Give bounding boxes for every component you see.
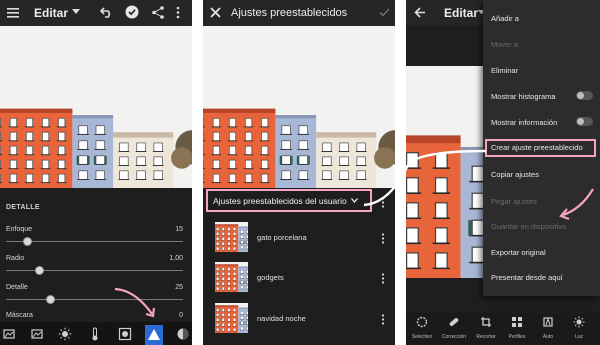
toolbar-label: Selectivo (411, 334, 433, 340)
slider-value: 25 (175, 284, 183, 291)
crop-icon[interactable] (2, 327, 16, 341)
section-title: DETALLE (6, 204, 40, 211)
building-photo (215, 222, 248, 252)
photo-preview (0, 26, 192, 188)
preset-item[interactable]: gato porcelana (203, 218, 395, 256)
menu-item[interactable]: Eliminar (491, 66, 518, 75)
light-icon (573, 315, 585, 328)
menu-item: Mover a (491, 40, 519, 49)
effects-icon[interactable] (118, 327, 132, 341)
preset-thumbnail (215, 222, 248, 252)
toggle-switch[interactable] (576, 91, 593, 100)
chevron-down-icon (350, 198, 358, 203)
more-vertical-icon[interactable] (381, 271, 391, 285)
toolbar-perfiles[interactable]: Perfiles (502, 315, 532, 340)
presets-top-bar: Ajustes preestablecidos (203, 0, 395, 26)
preset-thumbnail (215, 303, 248, 333)
overflow-menu: Añadir a Mover a Eliminar Mostrar histogram… (483, 0, 600, 296)
toolbar-auto[interactable]: Auto (533, 315, 563, 340)
slider-thumb[interactable] (22, 237, 32, 246)
crop-icon (480, 315, 492, 327)
edit-top-bar: Editar (0, 0, 192, 26)
menu-item[interactable]: Presentar desde aquí (491, 273, 563, 282)
close-icon[interactable] (210, 7, 221, 18)
slider-thumb[interactable] (45, 295, 55, 304)
toolbar-label: Luz (574, 334, 584, 340)
toolbar-label: Recortar (476, 334, 496, 340)
auto-icon (542, 315, 554, 327)
slider-label: Enfoque (6, 226, 33, 233)
preset-group-label: Ajustes preestablecidos del usuario (213, 195, 347, 206)
menu-item: Pegar ajustes (491, 197, 537, 206)
edit-toolbar (0, 322, 192, 345)
selective-icon (416, 315, 428, 328)
building-photo (215, 262, 248, 292)
edit-screen-detail: Editar DETALLE Enfoque 15 Radio 1,00 Det… (0, 0, 192, 345)
more-vertical-icon[interactable] (176, 6, 180, 19)
healing-icon (448, 315, 460, 327)
optics-icon[interactable] (176, 327, 190, 341)
back-arrow-icon[interactable] (414, 7, 426, 18)
menu-item[interactable]: Exportar original (491, 248, 546, 257)
building-photo (215, 303, 248, 333)
hamburger-icon[interactable] (6, 6, 20, 20)
toolbar-corrección[interactable]: Corrección (439, 315, 469, 340)
toggle-switch[interactable] (576, 117, 593, 126)
preset-name: navidad noche (257, 314, 306, 323)
image-icon[interactable] (30, 327, 44, 341)
preset-item[interactable]: godgets (203, 258, 395, 296)
slider-label: Máscara (6, 312, 33, 319)
menu-item[interactable]: Mostrar información (491, 118, 557, 127)
edit-mode-selector[interactable]: Editar (34, 6, 68, 20)
toolbar-label: Perfiles (508, 334, 526, 340)
toolbar-recortar[interactable]: Recortar (471, 315, 501, 340)
more-vertical-icon[interactable] (381, 312, 391, 326)
preset-thumbnail (215, 262, 248, 292)
annotation-arrow (114, 287, 156, 318)
menu-item[interactable]: Mostrar histograma (491, 92, 556, 101)
slider-label: Radio (6, 255, 25, 262)
preset-name: godgets (257, 273, 284, 282)
slider-track[interactable] (6, 270, 183, 271)
preset-group-dropdown[interactable]: Ajustes preestablecidos del usuario (206, 189, 372, 212)
edit-toolbar: Selectivo Corrección Recortar Perfiles Auto L… (406, 313, 600, 345)
menu-item[interactable]: Copiar ajustes (491, 170, 539, 179)
detail-triangle-icon[interactable] (145, 325, 163, 345)
toolbar-label: Corrección (441, 334, 467, 340)
slider-track[interactable] (6, 241, 183, 242)
color-temperature-icon[interactable] (88, 327, 102, 341)
building-photo (0, 70, 192, 188)
menu-item[interactable]: Crear ajuste preestablecido (491, 143, 583, 152)
preset-item[interactable]: navidad noche (203, 299, 395, 337)
slider-value: 15 (175, 226, 183, 233)
page-title: Ajustes preestablecidos (231, 7, 348, 19)
toolbar-luz[interactable]: Luz (564, 315, 594, 340)
preset-name: gato porcelana (257, 233, 307, 242)
check-icon[interactable] (379, 8, 390, 17)
more-vertical-icon[interactable] (381, 231, 391, 245)
edit-mode-selector[interactable]: Editar (444, 6, 478, 20)
chevron-down-icon[interactable] (72, 9, 80, 15)
annotation-arrow (559, 188, 594, 221)
share-icon[interactable] (152, 6, 164, 19)
undo-icon[interactable] (100, 6, 113, 18)
check-circle-icon[interactable] (125, 5, 139, 19)
annotation-connector (363, 149, 487, 207)
slider-value: 1,00 (169, 255, 183, 262)
toolbar-selectivo[interactable]: Selectivo (407, 315, 437, 340)
slider-label: Detalle (6, 284, 28, 291)
slider-value: 0 (179, 312, 183, 319)
profiles-icon (511, 315, 523, 327)
light-icon[interactable] (58, 327, 72, 341)
menu-item[interactable]: Añadir a (491, 14, 519, 23)
toolbar-label: Auto (542, 334, 554, 340)
